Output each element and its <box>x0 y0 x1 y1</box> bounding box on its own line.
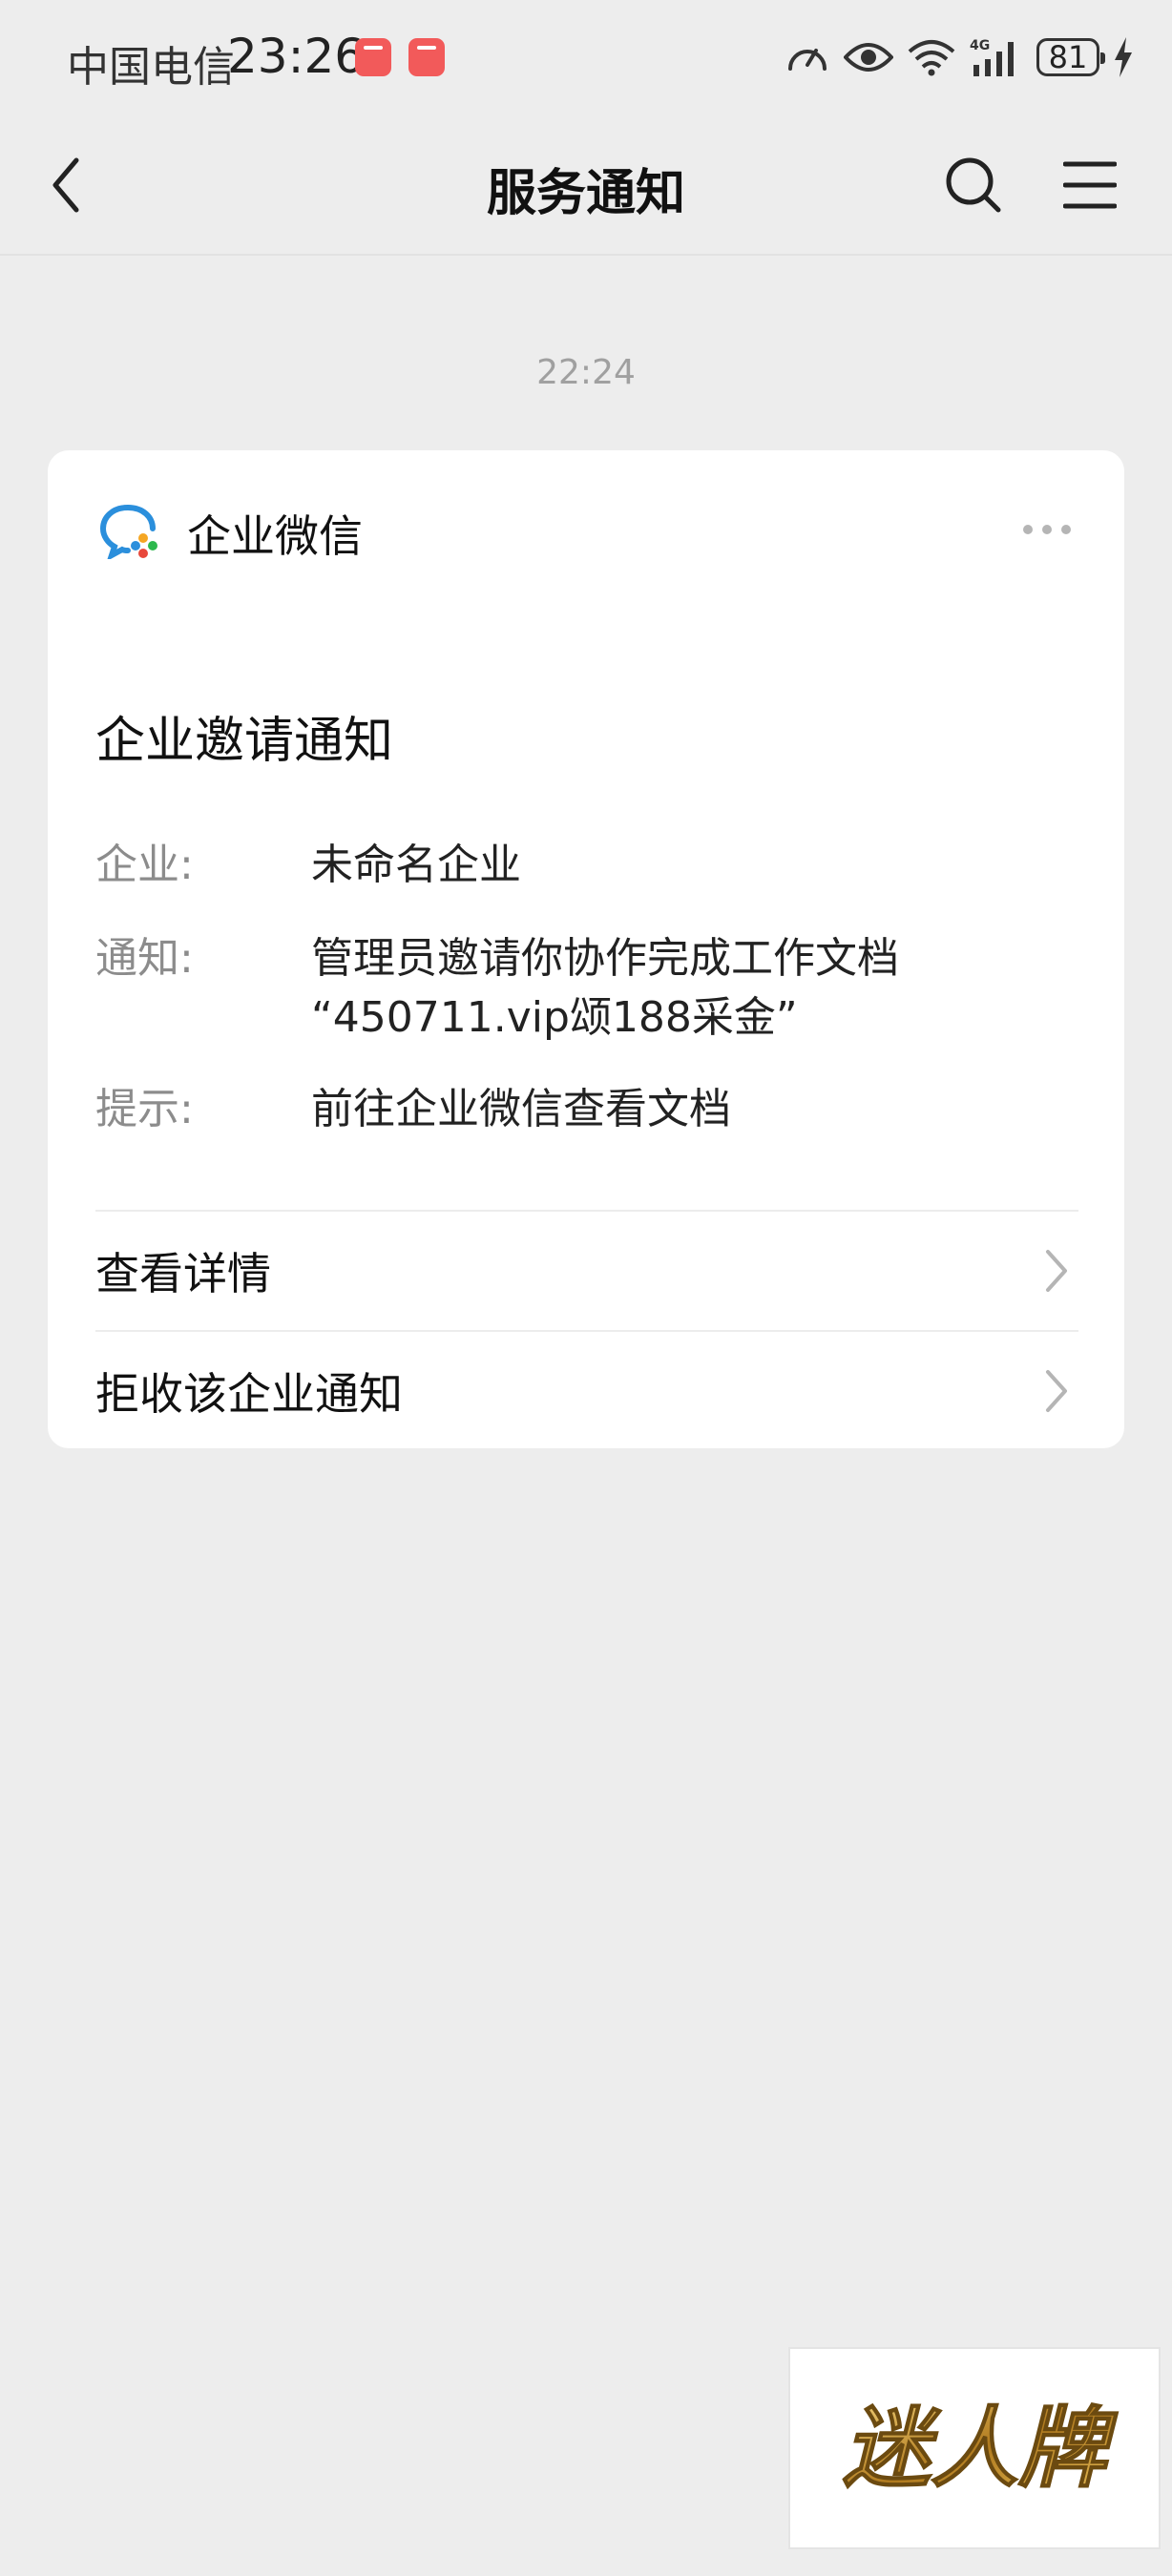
field-label: 提示: <box>95 1085 194 1133</box>
wifi-icon <box>908 40 955 76</box>
svg-text:4G: 4G <box>970 38 990 53</box>
watermark-text: 迷人牌 <box>843 2398 1119 2500</box>
app-name: 企业微信 <box>187 510 363 562</box>
action-label: 拒收该企业通知 <box>95 1368 403 1420</box>
status-bar: 中国电信 23:26 4G 81 <box>0 0 1172 116</box>
more-options-icon[interactable] <box>1023 525 1071 534</box>
search-icon[interactable] <box>943 155 1004 216</box>
status-icons: 4G 81 <box>785 29 1134 86</box>
huawei-app-icon <box>355 38 391 76</box>
eye-icon <box>844 43 893 72</box>
status-time: 23:26 <box>227 29 366 84</box>
notification-title: 企业邀请通知 <box>95 713 394 770</box>
field-label: 通知: <box>95 934 194 983</box>
chevron-right-icon <box>1046 1250 1067 1292</box>
wecom-logo-icon <box>99 505 157 559</box>
huawei-app-icon <box>408 38 445 76</box>
view-details-button[interactable]: 查看详情 <box>95 1212 1078 1330</box>
chevron-right-icon <box>1046 1370 1067 1412</box>
field-value-line: “450711.vip颂188采金” <box>311 993 798 1042</box>
reject-notifications-button[interactable]: 拒收该企业通知 <box>95 1332 1078 1450</box>
4g-signal-icon: 4G <box>970 38 1014 76</box>
field-label: 企业: <box>95 841 194 889</box>
field-value: 管理员邀请你协作完成工作文档 “450711.vip颂188采金” <box>311 929 1056 1048</box>
field-value-line: 管理员邀请你协作完成工作文档 <box>311 934 899 983</box>
watermark-logo: 迷人牌 <box>788 2347 1161 2549</box>
menu-icon[interactable] <box>1063 158 1117 212</box>
field-value: 未命名企业 <box>311 841 521 889</box>
carrier-name: 中国电信 <box>67 43 235 92</box>
speed-icon <box>788 49 827 71</box>
charging-icon <box>1115 37 1132 77</box>
notification-card: 企业微信 企业邀请通知 企业: 未命名企业 通知: 管理员邀请你协作完成工作文档… <box>48 450 1124 1448</box>
battery-icon: 81 <box>1036 38 1105 76</box>
message-timestamp: 22:24 <box>536 353 636 392</box>
nav-bar: 服务通知 <box>0 116 1172 256</box>
field-value: 前往企业微信查看文档 <box>311 1085 731 1133</box>
action-label: 查看详情 <box>95 1248 271 1299</box>
